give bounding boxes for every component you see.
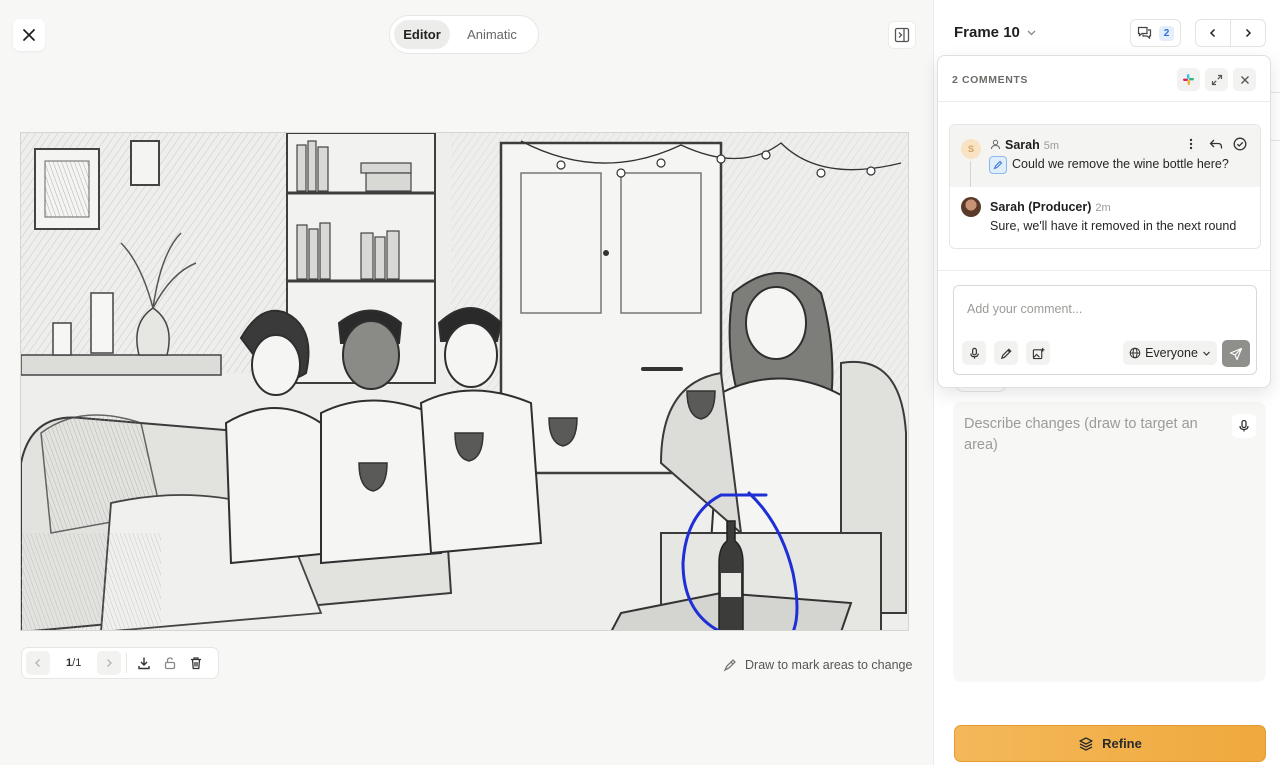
resolve-icon[interactable] xyxy=(1232,136,1248,152)
microphone-icon xyxy=(969,347,979,359)
refine-label: Refine xyxy=(1102,736,1142,751)
download-button[interactable] xyxy=(132,651,156,675)
marker-icon xyxy=(723,659,736,672)
chevron-right-icon xyxy=(1245,28,1252,38)
comments-button[interactable]: 2 xyxy=(1130,19,1181,47)
comment-text: Sure, we'll have it removed in the next … xyxy=(990,219,1237,233)
frame-selector[interactable]: Frame 10 xyxy=(954,24,1037,41)
author-name: Sarah xyxy=(1005,138,1040,152)
chevron-down-icon xyxy=(1202,351,1210,356)
frame-image[interactable] xyxy=(20,132,909,631)
author-name: Sarah (Producer) xyxy=(990,200,1092,214)
prev-page-button[interactable] xyxy=(26,651,50,675)
page-indicator: 1/1 xyxy=(52,657,95,669)
describe-changes-input[interactable]: Describe changes (draw to target an area… xyxy=(953,402,1266,682)
tab-animatic[interactable]: Animatic xyxy=(454,20,530,49)
prev-frame-button[interactable] xyxy=(1196,20,1230,46)
close-comments-button[interactable] xyxy=(1233,68,1256,91)
add-image-button[interactable] xyxy=(1026,341,1050,365)
comment-author: Sarah (Producer) 2m xyxy=(990,200,1111,214)
comment-count-badge: 2 xyxy=(1158,25,1175,41)
voice-comment-button[interactable] xyxy=(962,341,986,365)
slack-button[interactable] xyxy=(1177,68,1200,91)
close-button[interactable] xyxy=(13,19,45,51)
add-image-icon xyxy=(1032,347,1045,359)
slack-icon xyxy=(1183,74,1194,85)
comments-popover: 2 COMMENTS S Sarah 5m Could we remove th… xyxy=(937,55,1271,388)
image-toolbar: 1/1 xyxy=(21,647,219,679)
draw-hint-text: Draw to mark areas to change xyxy=(745,658,913,672)
audience-label: Everyone xyxy=(1145,346,1198,360)
close-icon xyxy=(23,29,35,41)
download-icon xyxy=(138,657,151,670)
close-icon xyxy=(1240,75,1249,84)
unlock-icon xyxy=(165,657,176,670)
chevron-down-icon xyxy=(1027,30,1036,36)
toggle-panel-button[interactable] xyxy=(888,21,916,49)
comments-icon xyxy=(1137,26,1151,40)
lock-button[interactable] xyxy=(158,651,182,675)
describe-mic-button[interactable] xyxy=(1232,414,1256,438)
refine-button[interactable]: Refine xyxy=(954,725,1266,762)
comment-text: Could we remove the wine bottle here? xyxy=(1012,157,1229,171)
tab-editor[interactable]: Editor xyxy=(394,20,450,49)
comment-author: Sarah 5m xyxy=(1005,138,1059,152)
comments-title: 2 COMMENTS xyxy=(952,74,1029,86)
comment-time: 2m xyxy=(1095,202,1111,214)
comment-item[interactable]: Sarah (Producer) 2m Sure, we'll have it r… xyxy=(950,187,1260,248)
sidebar-toggle-icon xyxy=(894,27,910,43)
send-comment-button[interactable] xyxy=(1222,340,1250,367)
next-page-button[interactable] xyxy=(97,651,122,675)
expand-icon xyxy=(1211,74,1222,85)
comment-composer[interactable]: Add your comment... Everyone xyxy=(953,285,1257,375)
drawing-attachment-icon[interactable] xyxy=(989,156,1007,174)
toolbar-divider xyxy=(126,653,128,673)
draw-hint: Draw to mark areas to change xyxy=(723,658,912,672)
storyboard-sketch xyxy=(21,133,908,630)
send-icon xyxy=(1229,347,1243,360)
comment-item[interactable]: S Sarah 5m Could we remove the wine bottl… xyxy=(950,125,1260,195)
globe-icon xyxy=(1129,347,1141,359)
microphone-icon xyxy=(1239,419,1249,432)
chevron-right-icon xyxy=(107,659,113,667)
comment-thread: S Sarah 5m Could we remove the wine bottl… xyxy=(949,124,1261,249)
popover-divider xyxy=(938,270,1270,271)
trash-icon xyxy=(191,657,202,670)
avatar xyxy=(961,197,981,217)
mode-toggle: Editor Animatic xyxy=(389,15,539,54)
avatar: S xyxy=(961,139,981,159)
frame-nav xyxy=(1195,19,1266,47)
delete-button[interactable] xyxy=(184,651,208,675)
reply-icon[interactable] xyxy=(1208,137,1224,151)
chevron-left-icon xyxy=(1209,28,1216,38)
comment-time: 5m xyxy=(1043,140,1060,152)
layers-icon xyxy=(1079,736,1093,751)
expand-button[interactable] xyxy=(1205,68,1228,91)
describe-placeholder: Describe changes (draw to target an area… xyxy=(964,416,1198,453)
pencil-icon xyxy=(1000,347,1012,359)
chevron-left-icon xyxy=(35,659,40,667)
page-total: 1 xyxy=(75,657,82,669)
popover-header: 2 COMMENTS xyxy=(938,56,1270,102)
draw-comment-button[interactable] xyxy=(994,341,1018,365)
comment-input-placeholder: Add your comment... xyxy=(967,302,1083,316)
next-frame-button[interactable] xyxy=(1230,20,1265,46)
user-icon xyxy=(990,139,1001,150)
frame-title: Frame 10 xyxy=(954,24,1020,41)
more-options-icon[interactable] xyxy=(1184,137,1198,151)
audience-select[interactable]: Everyone xyxy=(1123,341,1217,365)
